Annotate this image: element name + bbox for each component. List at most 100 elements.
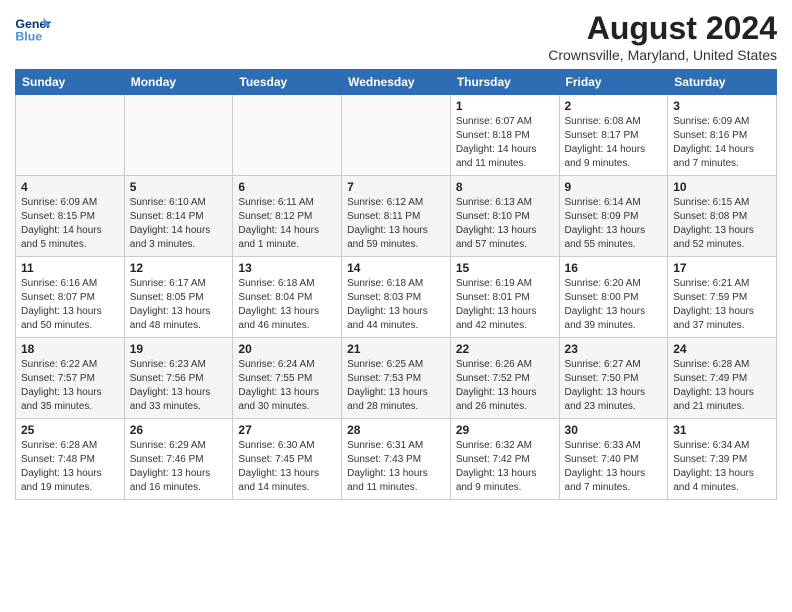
- day-number: 31: [673, 423, 771, 437]
- calendar-cell: 23 Sunrise: 6:27 AM Sunset: 7:50 PM Dayli…: [559, 338, 668, 419]
- column-header-sunday: Sunday: [16, 70, 125, 95]
- day-number: 15: [456, 261, 554, 275]
- calendar-week-5: 25Sunrise: 6:28 AM Sunset: 7:48 PM Dayli…: [16, 419, 777, 500]
- column-header-tuesday: Tuesday: [233, 70, 342, 95]
- calendar-cell: 29 Sunrise: 6:32 AM Sunset: 7:42 PM Dayli…: [450, 419, 559, 500]
- calendar-cell: 13Sunrise: 6:18 AM Sunset: 8:04 PM Dayli…: [233, 257, 342, 338]
- day-number: 5: [130, 180, 228, 194]
- day-info: Sunrise: 6:19 AM Sunset: 8:01 PM Dayligh…: [456, 277, 554, 333]
- calendar-cell: 24 Sunrise: 6:28 AM Sunset: 7:49 PM Dayli…: [668, 338, 777, 419]
- calendar-cell: 25Sunrise: 6:28 AM Sunset: 7:48 PM Dayli…: [16, 419, 125, 500]
- calendar-header-row: SundayMondayTuesdayWednesdayThursdayFrid…: [16, 70, 777, 95]
- location: Crownsville, Maryland, United States: [548, 47, 777, 63]
- day-info: Sunrise: 6:23 AM Sunset: 7:56 PM Dayligh…: [130, 358, 228, 414]
- calendar-cell: 18 Sunrise: 6:22 AM Sunset: 7:57 PM Dayli…: [16, 338, 125, 419]
- day-number: 8: [456, 180, 554, 194]
- day-info: Sunrise: 6:29 AM Sunset: 7:46 PM Dayligh…: [130, 439, 228, 495]
- day-number: 18: [21, 342, 119, 356]
- day-info: Sunrise: 6:14 AM Sunset: 8:09 PM Dayligh…: [565, 196, 663, 252]
- day-number: 27: [238, 423, 336, 437]
- calendar-cell: 14 Sunrise: 6:18 AM Sunset: 8:03 PM Dayli…: [342, 257, 451, 338]
- day-number: 22: [456, 342, 554, 356]
- day-number: 30: [565, 423, 663, 437]
- calendar-cell: [342, 95, 451, 176]
- calendar-cell: 2 Sunrise: 6:08 AM Sunset: 8:17 PM Daylig…: [559, 95, 668, 176]
- day-number: 10: [673, 180, 771, 194]
- day-number: 6: [238, 180, 336, 194]
- day-info: Sunrise: 6:28 AM Sunset: 7:49 PM Dayligh…: [673, 358, 771, 414]
- column-header-wednesday: Wednesday: [342, 70, 451, 95]
- day-number: 11: [21, 261, 119, 275]
- calendar-cell: 28 Sunrise: 6:31 AM Sunset: 7:43 PM Dayli…: [342, 419, 451, 500]
- calendar-cell: 15 Sunrise: 6:19 AM Sunset: 8:01 PM Dayli…: [450, 257, 559, 338]
- calendar-cell: [16, 95, 125, 176]
- day-info: Sunrise: 6:18 AM Sunset: 8:04 PM Dayligh…: [238, 277, 336, 333]
- day-info: Sunrise: 6:21 AM Sunset: 7:59 PM Dayligh…: [673, 277, 771, 333]
- day-info: Sunrise: 6:18 AM Sunset: 8:03 PM Dayligh…: [347, 277, 445, 333]
- day-info: Sunrise: 6:08 AM Sunset: 8:17 PM Dayligh…: [565, 115, 663, 171]
- calendar-cell: 9 Sunrise: 6:14 AM Sunset: 8:09 PM Daylig…: [559, 176, 668, 257]
- day-number: 7: [347, 180, 445, 194]
- logo-icon: General Blue: [15, 14, 51, 44]
- calendar-cell: 7Sunrise: 6:12 AM Sunset: 8:11 PM Daylig…: [342, 176, 451, 257]
- calendar-cell: 12Sunrise: 6:17 AM Sunset: 8:05 PM Dayli…: [124, 257, 233, 338]
- day-info: Sunrise: 6:15 AM Sunset: 8:08 PM Dayligh…: [673, 196, 771, 252]
- day-number: 28: [347, 423, 445, 437]
- day-info: Sunrise: 6:31 AM Sunset: 7:43 PM Dayligh…: [347, 439, 445, 495]
- calendar-cell: 11 Sunrise: 6:16 AM Sunset: 8:07 PM Dayli…: [16, 257, 125, 338]
- calendar-cell: 19 Sunrise: 6:23 AM Sunset: 7:56 PM Dayli…: [124, 338, 233, 419]
- day-number: 14: [347, 261, 445, 275]
- day-info: Sunrise: 6:11 AM Sunset: 8:12 PM Dayligh…: [238, 196, 336, 252]
- day-info: Sunrise: 6:30 AM Sunset: 7:45 PM Dayligh…: [238, 439, 336, 495]
- day-number: 26: [130, 423, 228, 437]
- calendar-cell: 30Sunrise: 6:33 AM Sunset: 7:40 PM Dayli…: [559, 419, 668, 500]
- day-info: Sunrise: 6:34 AM Sunset: 7:39 PM Dayligh…: [673, 439, 771, 495]
- day-number: 19: [130, 342, 228, 356]
- day-info: Sunrise: 6:09 AM Sunset: 8:15 PM Dayligh…: [21, 196, 119, 252]
- day-info: Sunrise: 6:24 AM Sunset: 7:55 PM Dayligh…: [238, 358, 336, 414]
- day-number: 9: [565, 180, 663, 194]
- day-info: Sunrise: 6:25 AM Sunset: 7:53 PM Dayligh…: [347, 358, 445, 414]
- day-info: Sunrise: 6:26 AM Sunset: 7:52 PM Dayligh…: [456, 358, 554, 414]
- title-block: August 2024 Crownsville, Maryland, Unite…: [548, 10, 777, 63]
- calendar-cell: 6 Sunrise: 6:11 AM Sunset: 8:12 PM Daylig…: [233, 176, 342, 257]
- day-info: Sunrise: 6:09 AM Sunset: 8:16 PM Dayligh…: [673, 115, 771, 171]
- day-number: 21: [347, 342, 445, 356]
- calendar-cell: [124, 95, 233, 176]
- day-info: Sunrise: 6:16 AM Sunset: 8:07 PM Dayligh…: [21, 277, 119, 333]
- calendar-week-4: 18 Sunrise: 6:22 AM Sunset: 7:57 PM Dayli…: [16, 338, 777, 419]
- day-info: Sunrise: 6:13 AM Sunset: 8:10 PM Dayligh…: [456, 196, 554, 252]
- calendar-cell: [233, 95, 342, 176]
- calendar-cell: 10 Sunrise: 6:15 AM Sunset: 8:08 PM Dayli…: [668, 176, 777, 257]
- day-info: Sunrise: 6:10 AM Sunset: 8:14 PM Dayligh…: [130, 196, 228, 252]
- day-number: 12: [130, 261, 228, 275]
- page-header: General Blue August 2024 Crownsville, Ma…: [15, 10, 777, 63]
- day-number: 29: [456, 423, 554, 437]
- calendar-cell: 4Sunrise: 6:09 AM Sunset: 8:15 PM Daylig…: [16, 176, 125, 257]
- column-header-saturday: Saturday: [668, 70, 777, 95]
- calendar-cell: 8 Sunrise: 6:13 AM Sunset: 8:10 PM Daylig…: [450, 176, 559, 257]
- day-number: 25: [21, 423, 119, 437]
- day-number: 23: [565, 342, 663, 356]
- calendar-week-2: 4Sunrise: 6:09 AM Sunset: 8:15 PM Daylig…: [16, 176, 777, 257]
- calendar-cell: 1Sunrise: 6:07 AM Sunset: 8:18 PM Daylig…: [450, 95, 559, 176]
- svg-text:Blue: Blue: [15, 29, 42, 43]
- day-info: Sunrise: 6:22 AM Sunset: 7:57 PM Dayligh…: [21, 358, 119, 414]
- column-header-monday: Monday: [124, 70, 233, 95]
- calendar-cell: 21 Sunrise: 6:25 AM Sunset: 7:53 PM Dayli…: [342, 338, 451, 419]
- day-number: 17: [673, 261, 771, 275]
- calendar-week-3: 11 Sunrise: 6:16 AM Sunset: 8:07 PM Dayli…: [16, 257, 777, 338]
- day-info: Sunrise: 6:32 AM Sunset: 7:42 PM Dayligh…: [456, 439, 554, 495]
- calendar-cell: 16Sunrise: 6:20 AM Sunset: 8:00 PM Dayli…: [559, 257, 668, 338]
- day-info: Sunrise: 6:27 AM Sunset: 7:50 PM Dayligh…: [565, 358, 663, 414]
- calendar-cell: 17 Sunrise: 6:21 AM Sunset: 7:59 PM Dayli…: [668, 257, 777, 338]
- day-number: 16: [565, 261, 663, 275]
- calendar-table: SundayMondayTuesdayWednesdayThursdayFrid…: [15, 69, 777, 500]
- day-number: 24: [673, 342, 771, 356]
- month-year: August 2024: [548, 10, 777, 47]
- calendar-week-1: 1Sunrise: 6:07 AM Sunset: 8:18 PM Daylig…: [16, 95, 777, 176]
- day-number: 2: [565, 99, 663, 113]
- calendar-cell: 20Sunrise: 6:24 AM Sunset: 7:55 PM Dayli…: [233, 338, 342, 419]
- column-header-friday: Friday: [559, 70, 668, 95]
- day-number: 3: [673, 99, 771, 113]
